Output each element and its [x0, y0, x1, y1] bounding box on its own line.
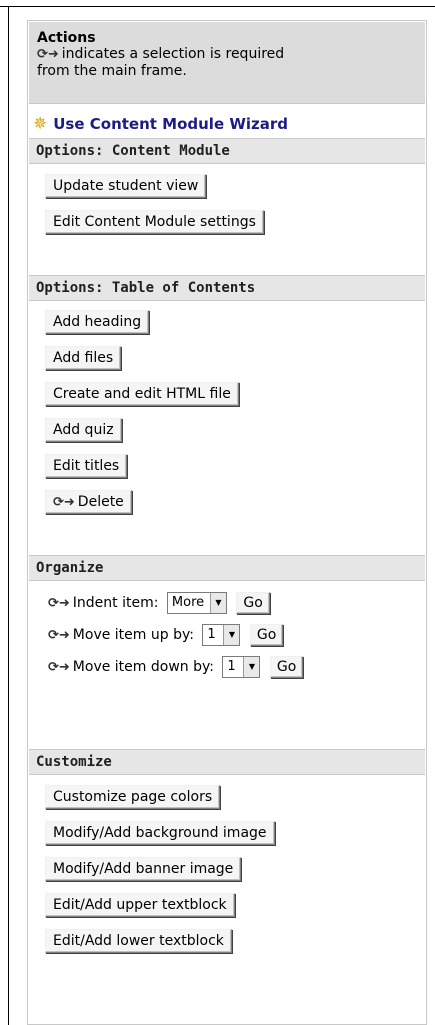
dropdown-arrow-icon: ▼	[223, 625, 240, 645]
move-down-go-button[interactable]: Go	[269, 656, 304, 678]
move-down-row: ⟳➜ Move item down by: 1 ▼ Go	[48, 654, 304, 680]
section-organize: Organize	[29, 555, 425, 581]
arrow-selection-icon: ⟳➜	[53, 495, 75, 510]
update-student-view-button[interactable]: Update student view	[45, 174, 207, 198]
move-up-label: Move item up by:	[72, 627, 194, 643]
add-files-button[interactable]: Add files	[45, 346, 122, 370]
indent-item-row: ⟳➜ Indent item: More ▼ Go	[48, 590, 270, 616]
indent-label: Indent item:	[72, 595, 159, 611]
indent-go-button[interactable]: Go	[236, 592, 270, 614]
wizard-star-icon: ✵	[33, 114, 48, 134]
arrow-selection-icon: ⟳➜	[48, 596, 70, 611]
indent-select-value: More	[171, 595, 205, 610]
move-up-row: ⟳➜ Move item up by: 1 ▼ Go	[48, 622, 284, 648]
add-quiz-button[interactable]: Add quiz	[45, 418, 122, 442]
wizard-label: Use Content Module Wizard	[53, 115, 289, 133]
indent-select[interactable]: More ▼	[166, 592, 227, 614]
move-down-label: Move item down by:	[72, 659, 214, 675]
actions-desc-line2: from the main frame.	[37, 63, 187, 79]
frame-left-border	[8, 6, 9, 1025]
section-customize: Customize	[29, 749, 425, 775]
edit-upper-textblock-button[interactable]: Edit/Add upper textblock	[45, 893, 235, 917]
actions-header: Actions ⟳➜ indicates a selection is requi…	[29, 22, 425, 104]
move-up-go-button[interactable]: Go	[249, 624, 284, 646]
edit-titles-button[interactable]: Edit titles	[45, 454, 128, 478]
actions-panel: Actions ⟳➜ indicates a selection is requi…	[27, 20, 427, 1025]
frame-top-border	[0, 6, 435, 7]
arrow-selection-icon: ⟳➜	[37, 47, 59, 62]
move-down-select-value: 1	[227, 659, 236, 674]
move-down-select[interactable]: 1 ▼	[222, 656, 261, 678]
edit-lower-textblock-button[interactable]: Edit/Add lower textblock	[45, 929, 232, 953]
section-content-module: Options: Content Module	[29, 138, 425, 164]
delete-label: Delete	[77, 494, 124, 510]
use-content-module-wizard-link[interactable]: ✵ Use Content Module Wizard	[33, 111, 288, 137]
add-heading-button[interactable]: Add heading	[45, 310, 150, 334]
arrow-selection-icon: ⟳➜	[48, 660, 70, 675]
move-up-select-value: 1	[207, 627, 216, 642]
modify-banner-image-button[interactable]: Modify/Add banner image	[45, 857, 242, 881]
section-table-of-contents: Options: Table of Contents	[29, 275, 425, 301]
move-up-select[interactable]: 1 ▼	[202, 624, 241, 646]
delete-button[interactable]: ⟳➜ Delete	[45, 490, 132, 514]
dropdown-arrow-icon: ▼	[243, 657, 260, 677]
edit-content-module-settings-button[interactable]: Edit Content Module settings	[45, 210, 264, 234]
create-edit-html-button[interactable]: Create and edit HTML file	[45, 382, 239, 406]
actions-title: Actions	[37, 30, 96, 46]
customize-page-colors-button[interactable]: Customize page colors	[45, 785, 221, 809]
arrow-selection-icon: ⟳➜	[48, 628, 70, 643]
actions-description: ⟳➜ indicates a selection is required	[37, 46, 417, 63]
dropdown-arrow-icon: ▼	[209, 593, 226, 613]
actions-desc-line1: indicates a selection is required	[61, 46, 285, 62]
modify-background-image-button[interactable]: Modify/Add background image	[45, 821, 275, 845]
